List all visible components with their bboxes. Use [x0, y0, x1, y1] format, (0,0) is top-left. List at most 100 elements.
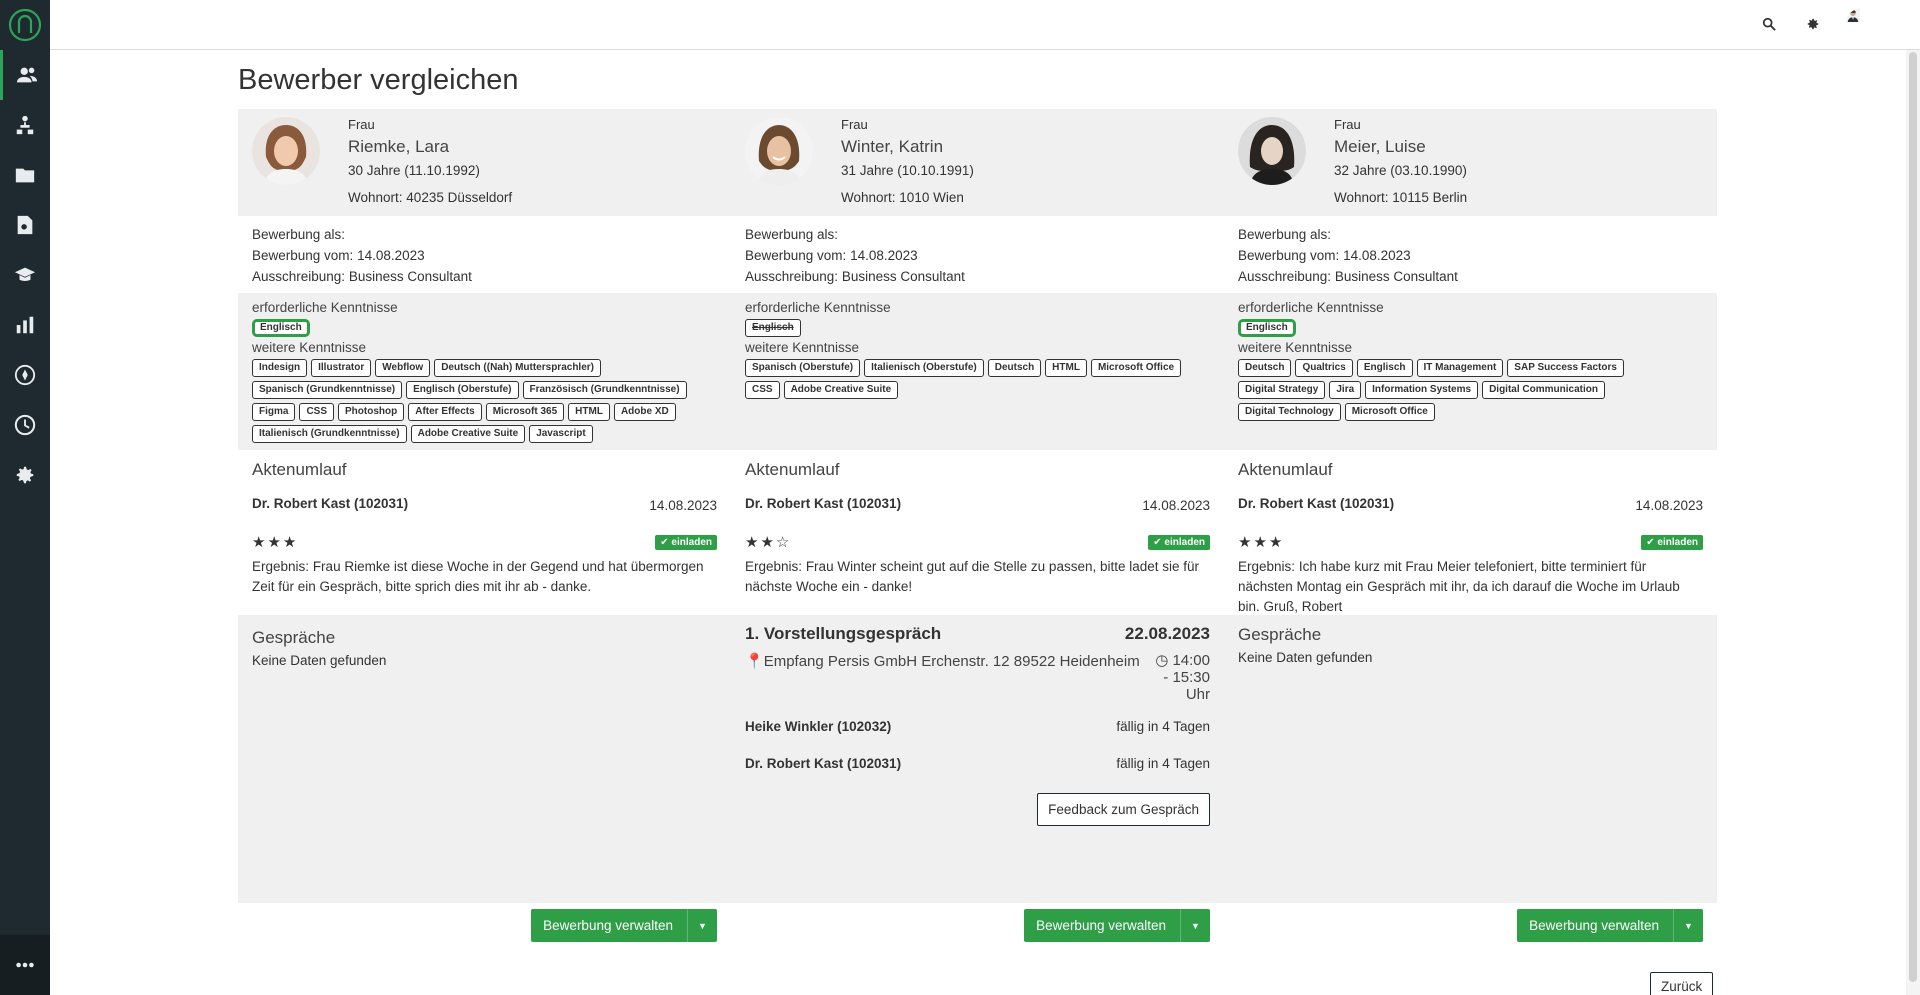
candidate-salutation: Frau	[841, 117, 868, 132]
reviewer-name: Dr. Robert Kast (102031)	[1238, 496, 1395, 511]
back-button[interactable]: Zurück	[1650, 972, 1714, 995]
skill-tag: Information Systems	[1365, 381, 1479, 399]
application-row: Bewerbung als: Bewerbung vom: 14.08.2023…	[238, 216, 1717, 293]
required-skills-label: erforderliche Kenntnisse	[1238, 300, 1384, 315]
participant-name: Dr. Robert Kast (102031)	[745, 756, 902, 771]
applied-on-label: Bewerbung vom:	[1238, 248, 1340, 263]
skill-tag: After Effects	[408, 403, 482, 421]
topbar	[50, 0, 1920, 50]
gear-icon	[1807, 18, 1819, 30]
residence-value: 1010 Wien	[899, 190, 964, 205]
other-skills-list: Spanisch (Oberstufe) Italienisch (Oberstu…	[745, 359, 1210, 399]
sidebar-more-button[interactable]	[0, 935, 50, 995]
file-history-title: Aktenumlauf	[252, 460, 347, 479]
search-button[interactable]	[1758, 13, 1780, 35]
candidate-name[interactable]: Riemke, Lara	[348, 137, 512, 157]
settings-button[interactable]	[1802, 13, 1824, 35]
file-history-row: Aktenumlauf Dr. Robert Kast (102031) 14.…	[238, 450, 1717, 615]
manage-application-label[interactable]: Bewerbung verwalten	[1024, 909, 1180, 942]
page-scrollbar[interactable]	[1906, 50, 1920, 995]
participant-name: Heike Winkler (102032)	[745, 719, 892, 734]
skill-tag: Deutsch	[987, 359, 1042, 377]
applied-on-label: Bewerbung vom:	[252, 248, 354, 263]
sidebar-item-applicants[interactable]	[0, 50, 50, 100]
sidebar-item-training[interactable]	[0, 250, 50, 300]
user-avatar[interactable]	[1846, 8, 1878, 40]
interview-title[interactable]: 1. Vorstellungsgespräch	[745, 624, 941, 644]
result-value: Frau Riemke ist diese Woche in der Gegen…	[252, 559, 704, 594]
interview-location: 📍Empfang Persis GmbH Erchenstr. 12 89522…	[745, 652, 1140, 703]
skill-tag: Adobe Creative Suite	[410, 425, 526, 443]
file-history-column: Aktenumlauf Dr. Robert Kast (102031) 14.…	[238, 450, 731, 615]
caret-down-icon[interactable]: ▼	[1180, 909, 1210, 942]
manage-application-button[interactable]: Bewerbung verwalten ▼	[1517, 909, 1703, 942]
skills-column: erforderliche Kenntnisse Englisch weiter…	[238, 293, 731, 450]
skill-tag: Indesign	[252, 359, 308, 377]
gear-icon	[16, 466, 34, 484]
search-icon	[1762, 17, 1776, 31]
result-label: Ergebnis:	[252, 559, 310, 574]
sidebar	[0, 0, 50, 995]
page-title: Bewerber vergleichen	[238, 64, 519, 96]
sidebar-item-documents[interactable]	[0, 200, 50, 250]
sidebar-item-reports[interactable]	[0, 300, 50, 350]
result-value: Ich habe kurz mit Frau Meier telefoniert…	[1238, 559, 1680, 614]
skill-tag: Digital Technology	[1238, 403, 1341, 421]
interviews-column: Gespräche Keine Daten gefunden	[238, 615, 731, 903]
posting-label: Ausschreibung:	[252, 269, 346, 284]
result-value: Frau Winter scheint gut auf die Stelle z…	[745, 559, 1200, 594]
skills-row: erforderliche Kenntnisse Englisch weiter…	[238, 293, 1717, 450]
skills-column: erforderliche Kenntnisse Englisch weiter…	[1224, 293, 1717, 450]
skill-tag: Qualtrics	[1295, 359, 1353, 377]
skills-column: erforderliche Kenntnisse Englisch weiter…	[731, 293, 1224, 450]
logo-icon	[8, 8, 42, 42]
manage-application-button[interactable]: Bewerbung verwalten ▼	[1024, 909, 1210, 942]
applied-on-value: 14.08.2023	[850, 248, 918, 263]
manage-application-label[interactable]: Bewerbung verwalten	[1517, 909, 1673, 942]
applied-on-value: 14.08.2023	[357, 248, 425, 263]
required-skills-list: Englisch	[745, 319, 1210, 337]
comparison-table: Frau Riemke, Lara 30 Jahre (11.10.1992) …	[238, 109, 1717, 973]
org-chart-icon	[16, 115, 34, 135]
participant-due: fällig in 4 Tagen	[1116, 756, 1210, 771]
candidate-residence: Wohnort: 1010 Wien	[841, 190, 974, 205]
candidate-photo	[252, 117, 320, 185]
applied-as-label: Bewerbung als:	[1238, 227, 1332, 242]
clock-icon: ◷	[1155, 652, 1169, 669]
interview-time-unit: Uhr	[1185, 686, 1210, 703]
candidate-age: 32 Jahre (03.10.1990)	[1334, 163, 1467, 178]
candidate-profile: Frau Riemke, Lara 30 Jahre (11.10.1992) …	[238, 109, 731, 216]
sidebar-item-settings[interactable]	[0, 450, 50, 500]
candidate-residence: Wohnort: 40235 Düsseldorf	[348, 190, 512, 205]
rating-stars: ★★☆	[745, 534, 792, 551]
graduation-cap-icon	[14, 267, 36, 281]
candidate-name[interactable]: Winter, Katrin	[841, 137, 974, 157]
file-history-column: Aktenumlauf Dr. Robert Kast (102031) 14.…	[731, 450, 1224, 615]
other-skills-list: Deutsch Qualtrics Englisch IT Management SAP…	[1238, 359, 1703, 421]
required-skill-tag: Englisch	[745, 319, 801, 337]
skill-tag: Illustrator	[311, 359, 372, 377]
caret-down-icon[interactable]: ▼	[1673, 909, 1703, 942]
candidate-profile: Frau Meier, Luise 32 Jahre (03.10.1990) …	[1224, 109, 1717, 216]
skill-tag: Microsoft Office	[1090, 359, 1182, 377]
scrollbar-thumb[interactable]	[1909, 52, 1917, 982]
candidate-photo	[1238, 117, 1306, 185]
manage-application-button[interactable]: Bewerbung verwalten ▼	[531, 909, 717, 942]
application-info: Bewerbung als: Bewerbung vom: 14.08.2023…	[731, 216, 1224, 293]
manage-application-label[interactable]: Bewerbung verwalten	[531, 909, 687, 942]
candidate-residence: Wohnort: 10115 Berlin	[1334, 190, 1467, 205]
sidebar-item-organization[interactable]	[0, 100, 50, 150]
sidebar-item-time[interactable]	[0, 400, 50, 450]
sidebar-item-files[interactable]	[0, 150, 50, 200]
feedback-button[interactable]: Feedback zum Gespräch	[1037, 793, 1210, 826]
skill-tag: Italienisch (Oberstufe)	[864, 359, 984, 377]
app-logo[interactable]	[0, 0, 50, 50]
candidate-name[interactable]: Meier, Luise	[1334, 137, 1467, 157]
skill-tag: Digital Communication	[1482, 381, 1605, 399]
candidate-profile: Frau Winter, Katrin 31 Jahre (10.10.1991…	[731, 109, 1224, 216]
interviews-title: Gespräche	[1238, 625, 1322, 644]
skill-tag: Deutsch ((Nah) Muttersprachler)	[434, 359, 601, 377]
sidebar-item-explore[interactable]	[0, 350, 50, 400]
interview-time: ◷ 14:00 - 15:30 Uhr	[1155, 652, 1210, 703]
caret-down-icon[interactable]: ▼	[687, 909, 717, 942]
